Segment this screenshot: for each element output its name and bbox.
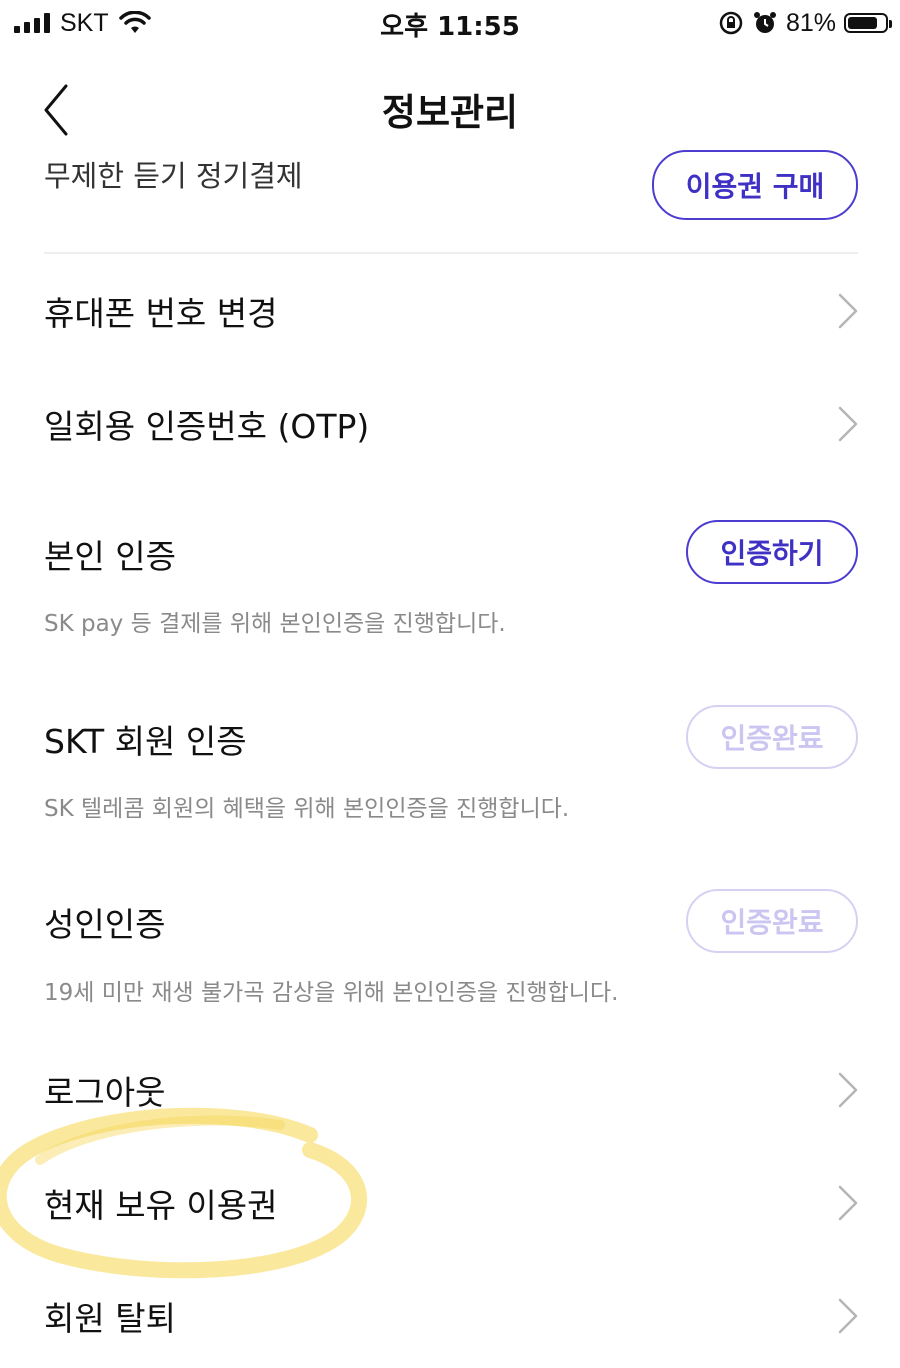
status-bar: SKT 오후 11:55 81% — [0, 0, 900, 46]
skt-verified-label: 인증완료 — [720, 722, 824, 755]
chevron-right-icon — [838, 1072, 858, 1108]
self-verify-description: SK pay 등 결제를 위해 본인인증을 진행합니다. — [44, 611, 506, 637]
battery-fill — [848, 17, 877, 29]
adult-verify-label: 성인인증 — [44, 905, 166, 944]
self-verify-label: 본인 인증 — [44, 537, 176, 576]
phone-change-label: 휴대폰 번호 변경 — [44, 294, 278, 333]
buy-pass-button[interactable]: 이용권 구매 — [652, 150, 858, 220]
alarm-icon — [753, 12, 776, 33]
subscription-row-label: 무제한 듣기 정기결제 — [44, 159, 303, 193]
buy-pass-button-label: 이용권 구매 — [685, 170, 825, 203]
nav-bar: 정보관리 — [0, 60, 900, 160]
current-pass-label: 현재 보유 이용권 — [44, 1186, 278, 1225]
orientation-lock-icon — [719, 11, 743, 35]
skt-verified-badge: 인증완료 — [686, 705, 858, 769]
skt-member-description: SK 텔레콤 회원의 혜택을 위해 본인인증을 진행합니다. — [44, 796, 570, 822]
otp-label: 일회용 인증번호 (OTP) — [44, 407, 370, 446]
battery-icon — [844, 13, 892, 33]
chevron-right-icon — [838, 406, 858, 442]
battery-percent: 81% — [785, 8, 836, 37]
verify-button[interactable]: 인증하기 — [686, 520, 858, 584]
chevron-right-icon — [838, 1298, 858, 1334]
chevron-right-icon — [838, 1185, 858, 1221]
page-title: 정보관리 — [381, 91, 519, 134]
skt-member-label: SKT 회원 인증 — [44, 722, 247, 761]
adult-verify-description: 19세 미만 재생 불가곡 감상을 위해 본인인증을 진행합니다. — [44, 980, 619, 1006]
adult-verified-label: 인증완료 — [720, 906, 824, 939]
withdraw-label: 회원 탈퇴 — [44, 1299, 176, 1338]
verify-button-label: 인증하기 — [720, 537, 824, 570]
logout-label: 로그아웃 — [44, 1073, 166, 1112]
status-right: 81% — [718, 8, 892, 38]
chevron-right-icon — [838, 293, 858, 329]
adult-verified-badge: 인증완료 — [686, 889, 858, 953]
divider — [44, 252, 858, 254]
